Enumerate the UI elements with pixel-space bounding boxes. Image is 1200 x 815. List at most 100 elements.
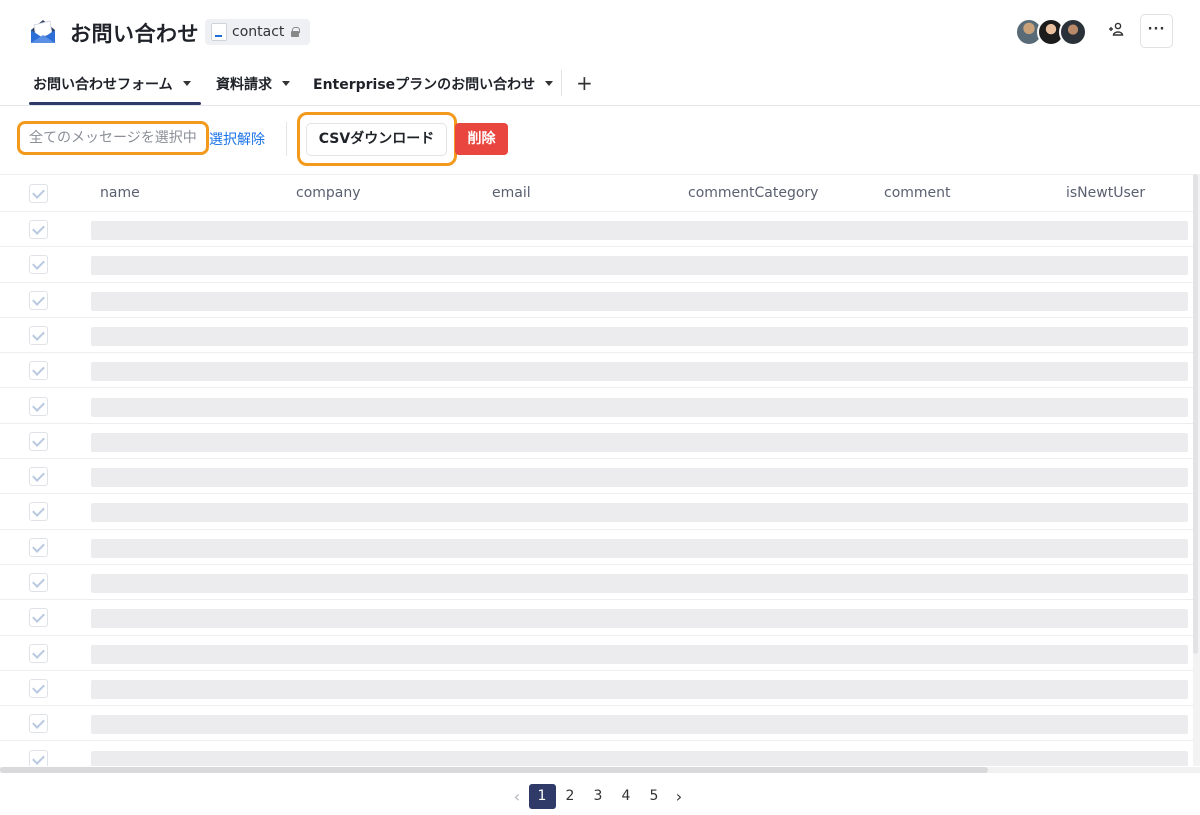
more-options-button[interactable]: ··· xyxy=(1140,14,1173,48)
row-checkbox[interactable] xyxy=(29,361,48,381)
loading-skeleton xyxy=(91,432,1188,452)
table-row[interactable] xyxy=(0,636,1194,671)
loading-skeleton xyxy=(91,679,1188,699)
page-button[interactable]: 3 xyxy=(585,784,612,809)
page-title: お問い合わせ xyxy=(70,22,199,46)
page-button[interactable]: 2 xyxy=(557,784,584,809)
row-checkbox[interactable] xyxy=(29,431,48,451)
toolbar-divider xyxy=(286,122,287,156)
row-checkbox[interactable] xyxy=(29,255,48,275)
add-tab-button[interactable]: + xyxy=(576,70,593,96)
tab-label: Enterpriseプランのお問い合わせ xyxy=(313,76,536,93)
loading-skeleton xyxy=(91,326,1188,346)
column-header[interactable]: comment xyxy=(884,185,951,201)
row-checkbox[interactable] xyxy=(29,325,48,345)
loading-skeleton xyxy=(91,468,1188,488)
column-header[interactable]: name xyxy=(100,185,140,201)
table-row[interactable] xyxy=(0,247,1194,283)
row-checkbox[interactable] xyxy=(29,573,48,592)
page-button[interactable]: 1 xyxy=(528,784,556,809)
table-row[interactable] xyxy=(0,530,1194,565)
row-checkbox[interactable] xyxy=(29,678,48,698)
loading-skeleton xyxy=(91,538,1188,558)
model-slug: contact xyxy=(232,24,285,40)
delete-button[interactable]: 削除 xyxy=(455,123,508,155)
loading-skeleton xyxy=(91,256,1188,276)
csv-download-button[interactable]: CSVダウンロード xyxy=(306,123,447,156)
table-row[interactable] xyxy=(0,424,1194,460)
tab-enterprise-inquiry[interactable]: Enterpriseプランのお問い合わせ xyxy=(313,62,554,105)
loading-skeleton xyxy=(91,291,1188,311)
select-all-checkbox[interactable] xyxy=(29,184,48,203)
row-checkbox[interactable] xyxy=(29,714,48,734)
loading-skeleton xyxy=(91,362,1188,382)
horizontal-scrollbar[interactable] xyxy=(0,767,1200,773)
lock-icon xyxy=(290,27,301,37)
row-checkbox[interactable] xyxy=(29,396,48,416)
caret-down-icon[interactable] xyxy=(545,81,554,86)
page-button[interactable]: 4 xyxy=(613,784,640,809)
form-tabs: お問い合わせフォーム 資料請求 Enterpriseプランのお問い合わせ + xyxy=(0,62,1200,106)
table-row[interactable] xyxy=(0,459,1194,495)
row-checkbox[interactable] xyxy=(29,290,48,310)
table-row[interactable] xyxy=(0,600,1194,636)
loading-skeleton xyxy=(91,574,1188,593)
table-row[interactable] xyxy=(0,353,1194,389)
loading-skeleton xyxy=(91,715,1188,735)
loading-skeleton xyxy=(91,503,1188,523)
loading-skeleton xyxy=(91,644,1188,664)
row-checkbox[interactable] xyxy=(29,608,48,628)
column-header[interactable]: commentCategory xyxy=(688,185,818,201)
vertical-scrollbar[interactable] xyxy=(1193,174,1200,766)
add-user-icon[interactable] xyxy=(1106,22,1126,42)
row-checkbox[interactable] xyxy=(29,467,48,487)
next-page-chevron-icon[interactable]: › xyxy=(668,787,690,806)
loading-skeleton xyxy=(91,609,1188,629)
table-row[interactable] xyxy=(0,318,1194,354)
table-row[interactable] xyxy=(0,212,1194,248)
loading-skeleton xyxy=(91,750,1188,766)
model-slug-chip[interactable]: contact xyxy=(205,19,311,45)
tab-divider xyxy=(561,70,562,96)
page-button[interactable]: 5 xyxy=(641,784,668,809)
messages-table: name company email commentCategory comme… xyxy=(0,174,1200,766)
column-header[interactable]: company xyxy=(296,185,361,201)
table-row[interactable] xyxy=(0,742,1194,766)
column-header[interactable]: email xyxy=(492,185,531,201)
selection-status: 全てのメッセージを選択中 xyxy=(17,121,209,155)
row-checkbox[interactable] xyxy=(29,537,48,557)
table-row[interactable] xyxy=(0,283,1194,318)
prev-page-chevron-icon[interactable]: ‹ xyxy=(506,787,528,806)
tab-document-request[interactable]: 資料請求 xyxy=(216,62,290,105)
table-row[interactable] xyxy=(0,389,1194,424)
tab-label: お問い合わせフォーム xyxy=(33,76,173,93)
scroll-thumb[interactable] xyxy=(0,767,988,773)
table-row[interactable] xyxy=(0,671,1194,707)
avatar[interactable] xyxy=(1059,18,1087,46)
caret-down-icon[interactable] xyxy=(182,81,191,86)
caret-down-icon[interactable] xyxy=(282,81,290,86)
table-row[interactable] xyxy=(0,565,1194,601)
tab-label: 資料請求 xyxy=(216,76,272,93)
scroll-thumb[interactable] xyxy=(1193,174,1198,654)
row-checkbox[interactable] xyxy=(29,643,48,663)
mail-envelope-icon xyxy=(31,20,55,43)
bulk-action-toolbar: 全てのメッセージを選択中 選択解除 CSVダウンロード 削除 xyxy=(0,106,1200,172)
member-avatars[interactable] xyxy=(1015,18,1087,46)
loading-skeleton xyxy=(91,221,1188,240)
column-header[interactable]: isNewtUser xyxy=(1066,185,1145,201)
table-header: name company email commentCategory comme… xyxy=(0,175,1200,212)
row-checkbox[interactable] xyxy=(29,220,48,239)
table-row[interactable] xyxy=(0,494,1194,530)
table-row[interactable] xyxy=(0,706,1194,742)
document-icon xyxy=(211,23,227,41)
loading-skeleton xyxy=(91,397,1188,417)
row-checkbox[interactable] xyxy=(29,749,48,766)
deselect-link[interactable]: 選択解除 xyxy=(209,129,265,149)
active-tab-indicator xyxy=(29,102,201,105)
person-add-icon xyxy=(1109,22,1124,36)
row-checkbox[interactable] xyxy=(29,502,48,522)
app-header: お問い合わせ contact ··· xyxy=(0,0,1200,62)
tab-contact-form[interactable]: お問い合わせフォーム xyxy=(33,62,191,105)
pagination: ‹ 1 2 3 4 5 › xyxy=(506,784,690,809)
